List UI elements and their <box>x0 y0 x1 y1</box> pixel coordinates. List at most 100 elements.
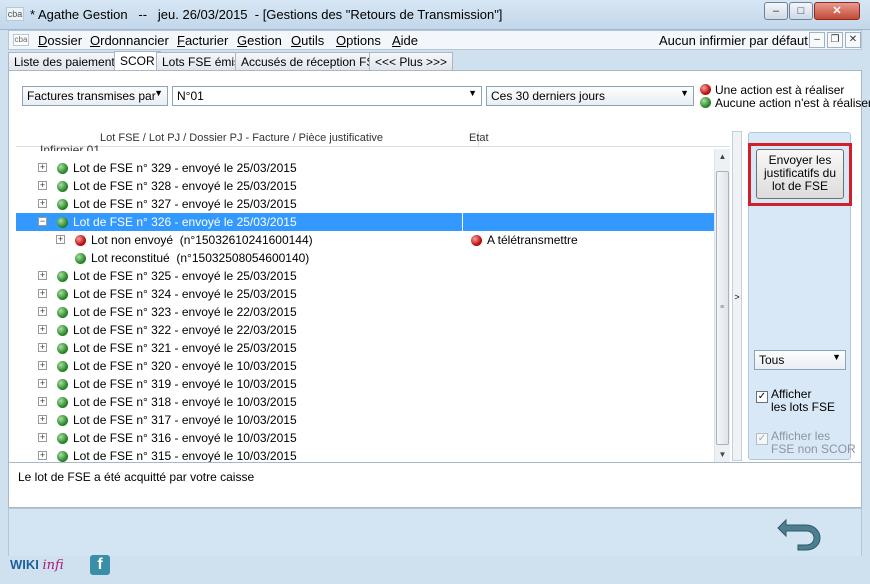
vertical-scrollbar[interactable]: ▲ ≡ ▼ <box>714 149 730 462</box>
expand-icon[interactable]: + <box>38 379 47 388</box>
tree-row[interactable]: + Lot de FSE n° 318 - envoyé le 10/03/201… <box>16 393 714 411</box>
chevron-down-icon: ▼ <box>154 88 163 98</box>
tree-row[interactable]: + Lot de FSE n° 317 - envoyé le 10/03/201… <box>16 411 714 429</box>
menu-bar: cba Dossier Ordonnancier Facturier Gesti… <box>8 30 862 50</box>
tree-row[interactable]: Lot reconstitué (n°15032508054600140) <box>16 249 714 267</box>
column-header-etat[interactable]: Etat <box>469 132 489 144</box>
tab-accuses-reception[interactable]: Accusés de réception FSE <box>235 52 389 71</box>
tree-row-label: Lot de FSE n° 323 - envoyé le 22/03/2015 <box>73 305 297 319</box>
expand-icon[interactable]: + <box>56 235 65 244</box>
tree-row[interactable]: + Lot de FSE n° 319 - envoyé le 10/03/201… <box>16 375 714 393</box>
mdi-restore-button[interactable]: ❐ <box>827 32 843 48</box>
expand-icon[interactable]: + <box>38 181 47 190</box>
message-divider <box>8 462 862 463</box>
tree-row[interactable]: + Lot de FSE n° 329 - envoyé le 25/03/201… <box>16 159 714 177</box>
legend-action-required: Une action est à réaliser <box>700 83 844 97</box>
expand-icon[interactable]: + <box>38 199 47 208</box>
close-button[interactable]: ✕ <box>814 2 860 20</box>
document-icon: cba <box>13 34 29 46</box>
tree-row[interactable]: + Lot de FSE n° 321 - envoyé le 25/03/201… <box>16 339 714 357</box>
checkbox-check-icon: ✓ <box>756 391 768 403</box>
period-select[interactable]: Ces 30 derniers jours ▼ <box>486 86 694 106</box>
chevron-down-icon: ▼ <box>468 88 477 98</box>
tree-row-label: Lot de FSE n° 324 - envoyé le 25/03/2015 <box>73 287 297 301</box>
tree-row-etat: A télétransmettre <box>487 233 578 247</box>
nurse-value: N°01 <box>177 89 204 103</box>
expand-icon[interactable]: + <box>38 433 47 442</box>
tree-row[interactable]: + Lot de FSE n° 325 - envoyé le 25/03/201… <box>16 267 714 285</box>
chevron-down-icon: ▼ <box>680 88 689 98</box>
tree-row[interactable]: + Lot de FSE n° 320 - envoyé le 10/03/201… <box>16 357 714 375</box>
collapse-icon[interactable]: − <box>38 217 47 226</box>
menu-aide[interactable]: Aide <box>392 33 418 48</box>
footer <box>0 556 870 584</box>
transmission-type-value: Factures transmises par <box>27 89 156 103</box>
green-status-icon <box>57 199 68 210</box>
tree-row-label: Lot de FSE n° 325 - envoyé le 25/03/2015 <box>73 269 297 283</box>
bottom-bar <box>8 508 862 558</box>
period-value: Ces 30 derniers jours <box>491 89 606 103</box>
tree-header: Lot FSE / Lot PJ / Dossier PJ - Facture … <box>16 131 730 147</box>
green-status-icon <box>57 163 68 174</box>
expand-icon[interactable]: + <box>38 451 47 460</box>
column-header-lot[interactable]: Lot FSE / Lot PJ / Dossier PJ - Facture … <box>100 132 383 144</box>
tree-row[interactable]: + Lot de FSE n° 328 - envoyé le 25/03/201… <box>16 177 714 195</box>
mdi-close-button[interactable]: ✕ <box>845 32 861 48</box>
tree-row-label: Lot de FSE n° 326 - envoyé le 25/03/2015 <box>73 215 297 229</box>
green-status-icon <box>57 379 68 390</box>
menu-facturier[interactable]: Facturier <box>177 33 228 48</box>
filter-select[interactable]: Tous ▼ <box>754 350 846 370</box>
facebook-icon[interactable]: f <box>90 555 110 575</box>
scroll-up-icon[interactable]: ▲ <box>715 149 730 164</box>
tree-row[interactable]: + Lot de FSE n° 323 - envoyé le 22/03/201… <box>16 303 714 321</box>
expand-icon[interactable]: + <box>38 289 47 298</box>
tab-liste-paiements[interactable]: Liste des paiements <box>8 52 127 71</box>
menu-dossier[interactable]: Dossier <box>38 33 82 48</box>
tree-row-label: Lot de FSE n° 327 - envoyé le 25/03/2015 <box>73 197 297 211</box>
expand-icon[interactable]: + <box>38 361 47 370</box>
tab-plus[interactable]: <<< Plus >>> <box>369 52 454 71</box>
grip-icon: ≡ <box>720 304 725 311</box>
expand-icon[interactable]: + <box>38 271 47 280</box>
menu-outils[interactable]: Outils <box>291 33 324 48</box>
scrollbar-thumb[interactable]: ≡ <box>716 171 729 445</box>
scroll-down-icon[interactable]: ▼ <box>715 447 730 462</box>
expand-icon[interactable]: + <box>38 343 47 352</box>
expand-icon[interactable]: + <box>38 397 47 406</box>
panel-splitter[interactable]: > <box>732 131 742 461</box>
menu-gestion[interactable]: Gestion <box>237 33 282 48</box>
expand-icon[interactable]: + <box>38 163 47 172</box>
tab-scor[interactable]: SCOR <box>114 51 161 72</box>
tree-row-label: Lot de FSE n° 321 - envoyé le 25/03/2015 <box>73 341 297 355</box>
maximize-button[interactable]: □ <box>789 2 813 20</box>
expand-icon[interactable]: + <box>38 307 47 316</box>
send-justificatifs-button[interactable]: Envoyer les justificatifs du lot de FSE <box>756 149 844 199</box>
green-status-icon <box>57 325 68 336</box>
red-status-icon <box>700 84 711 96</box>
tree-row[interactable]: + Lot non envoyé (n°15032610241600144) A t… <box>16 231 714 249</box>
tree-root-partial: Infirmier 01 <box>40 143 101 151</box>
expand-icon[interactable]: + <box>38 415 47 424</box>
transmission-type-select[interactable]: Factures transmises par ▼ <box>22 86 168 106</box>
green-status-icon <box>57 271 68 282</box>
legend-no-action: Aucune action n'est à réaliser <box>700 96 870 110</box>
green-status-icon <box>75 253 86 264</box>
mdi-minimize-button[interactable]: – <box>809 32 825 48</box>
show-lots-checkbox[interactable]: ✓ Afficher les lots FSE <box>756 388 846 418</box>
nurse-select[interactable]: N°01 ▼ <box>172 86 482 106</box>
green-status-icon <box>57 433 68 444</box>
tree-row[interactable]: − Lot de FSE n° 326 - envoyé le 25/03/201… <box>16 213 714 231</box>
minimize-button[interactable]: – <box>764 2 788 20</box>
tree-row[interactable]: + Lot de FSE n° 327 - envoyé le 25/03/201… <box>16 195 714 213</box>
tree-row[interactable]: + Lot de FSE n° 316 - envoyé le 10/03/201… <box>16 429 714 447</box>
menu-ordonnancier[interactable]: Ordonnancier <box>90 33 169 48</box>
wikiinfi-link[interactable]: WIKI infi <box>10 557 64 573</box>
tree-row[interactable]: + Lot de FSE n° 324 - envoyé le 25/03/201… <box>16 285 714 303</box>
green-status-icon <box>57 451 68 462</box>
tree-row[interactable]: + Lot de FSE n° 322 - envoyé le 22/03/201… <box>16 321 714 339</box>
menu-options[interactable]: Options <box>336 33 381 48</box>
tab-lots-fse-emis[interactable]: Lots FSE émis <box>156 52 247 71</box>
window-title: * Agathe Gestion -- jeu. 26/03/2015 - [G… <box>30 7 503 22</box>
back-arrow-icon[interactable] <box>776 512 824 552</box>
expand-icon[interactable]: + <box>38 325 47 334</box>
